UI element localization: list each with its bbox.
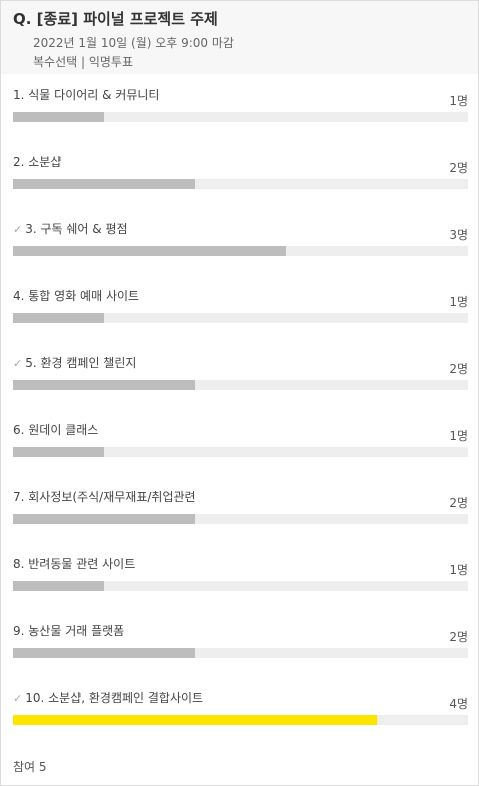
vote-bar-track — [13, 581, 468, 591]
option-label: 8. 반려동물 관련 사이트 — [13, 556, 135, 572]
poll-option[interactable]: 9. 농산물 거래 플랫폼 2명 — [13, 611, 468, 678]
option-label: 9. 농산물 거래 플랫폼 — [13, 623, 124, 639]
poll-mode: 복수선택 | 익명투표 — [33, 55, 133, 69]
option-text: 3. 구독 쉐어 & 평점 — [25, 222, 128, 236]
option-text: 6. 원데이 클래스 — [13, 423, 99, 437]
vote-count: 2명 — [449, 496, 468, 510]
option-label: ✓ 5. 환경 캠페인 챌린지 — [13, 355, 136, 372]
poll-option[interactable]: ✓ 10. 소분샵, 환경캠페인 결합사이트 4명 — [13, 678, 468, 745]
option-label: 7. 회사정보(주식/재무재표/취업관련 — [13, 489, 196, 505]
option-text: 4. 통합 영화 예매 사이트 — [13, 289, 140, 303]
poll-option[interactable]: 2. 소분샵 2명 — [13, 142, 468, 209]
check-icon: ✓ — [13, 357, 23, 370]
participants-count: 참여 5 — [13, 760, 47, 774]
vote-bar-track — [13, 648, 468, 658]
poll-option[interactable]: 8. 반려동물 관련 사이트 1명 — [13, 544, 468, 611]
poll-meta: 2022년 1월 10일 (월) 오후 9:00 마감 복수선택 | 익명투표 — [33, 34, 466, 71]
option-label: ✓ 10. 소분샵, 환경캠페인 결합사이트 — [13, 690, 203, 707]
vote-bar-track — [13, 380, 468, 390]
option-text: 2. 소분샵 — [13, 155, 62, 169]
vote-bar-fill — [13, 246, 286, 256]
option-label: 6. 원데이 클래스 — [13, 422, 98, 438]
vote-bar-fill — [13, 313, 104, 323]
vote-bar-track — [13, 313, 468, 323]
poll-card: Q. [종료] 파이널 프로젝트 주제 2022년 1월 10일 (월) 오후 … — [0, 0, 479, 786]
check-icon: ✓ — [13, 223, 23, 236]
vote-bar-fill — [13, 112, 104, 122]
option-text: 8. 반려동물 관련 사이트 — [13, 557, 136, 571]
vote-bar-fill — [13, 581, 104, 591]
vote-count: 1명 — [449, 429, 468, 443]
poll-option[interactable]: 1. 식물 다이어리 & 커뮤니티 1명 — [13, 75, 468, 142]
vote-count: 2명 — [449, 362, 468, 376]
poll-option[interactable]: 6. 원데이 클래스 1명 — [13, 410, 468, 477]
vote-bar-track — [13, 179, 468, 189]
vote-bar-fill — [13, 380, 195, 390]
poll-header: Q. [종료] 파이널 프로젝트 주제 2022년 1월 10일 (월) 오후 … — [1, 1, 478, 74]
poll-deadline: 2022년 1월 10일 (월) 오후 9:00 마감 — [33, 36, 234, 50]
option-text: 7. 회사정보(주식/재무재표/취업관련 — [13, 490, 196, 504]
vote-count: 1명 — [449, 295, 468, 309]
vote-bar-track — [13, 112, 468, 122]
vote-count: 2명 — [449, 161, 468, 175]
vote-count: 4명 — [449, 697, 468, 711]
poll-option[interactable]: ✓ 3. 구독 쉐어 & 평점 3명 — [13, 209, 468, 276]
option-label: 2. 소분샵 — [13, 154, 61, 170]
vote-count: 1명 — [449, 563, 468, 577]
vote-bar-fill — [13, 715, 377, 725]
option-text: 5. 환경 캠페인 챌린지 — [25, 356, 137, 370]
vote-bar-fill — [13, 179, 195, 189]
option-text: 9. 농산물 거래 플랫폼 — [13, 624, 125, 638]
vote-bar-track — [13, 447, 468, 457]
vote-bar-fill — [13, 447, 104, 457]
option-label: 1. 식물 다이어리 & 커뮤니티 — [13, 87, 159, 103]
option-label: ✓ 3. 구독 쉐어 & 평점 — [13, 221, 128, 238]
vote-bar-track — [13, 514, 468, 524]
option-text: 10. 소분샵, 환경캠페인 결합사이트 — [25, 691, 204, 705]
vote-bar-track — [13, 246, 468, 256]
vote-bar-track — [13, 715, 468, 725]
vote-count: 1명 — [449, 94, 468, 108]
option-text: 1. 식물 다이어리 & 커뮤니티 — [13, 88, 160, 102]
poll-option[interactable]: ✓ 5. 환경 캠페인 챌린지 2명 — [13, 343, 468, 410]
poll-option[interactable]: 4. 통합 영화 예매 사이트 1명 — [13, 276, 468, 343]
poll-options: 1. 식물 다이어리 & 커뮤니티 1명 2. 소분샵 2명 ✓ 3. 구독 쉐어 & 평… — [13, 75, 468, 745]
vote-bar-fill — [13, 648, 195, 658]
option-label: 4. 통합 영화 예매 사이트 — [13, 288, 139, 304]
poll-title: Q. [종료] 파이널 프로젝트 주제 — [13, 10, 218, 28]
vote-count: 3명 — [449, 228, 468, 242]
poll-option[interactable]: 7. 회사정보(주식/재무재표/취업관련 2명 — [13, 477, 468, 544]
vote-bar-fill — [13, 514, 195, 524]
vote-count: 2명 — [449, 630, 468, 644]
check-icon: ✓ — [13, 692, 23, 705]
